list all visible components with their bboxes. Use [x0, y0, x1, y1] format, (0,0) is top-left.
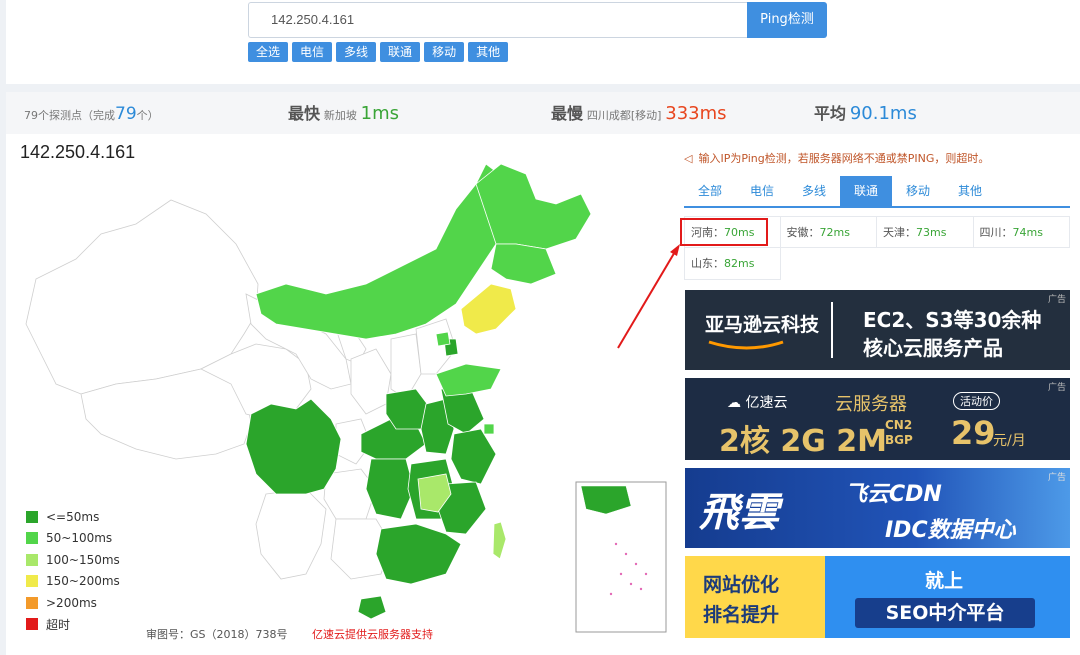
ad-feiyun-line1: 飞云CDN	[845, 482, 942, 507]
cloud-icon: ☁	[727, 395, 741, 411]
ad-yisu-spec: 2核 2G 2M	[719, 424, 887, 459]
ad-aws-line2: 核心云服务产品	[863, 336, 1003, 360]
ad-seo-right2: SEO中介平台	[855, 598, 1035, 628]
ad-feiyun[interactable]: 广告 飛雲 飞云CDN IDC数据中心	[685, 468, 1070, 548]
ad-yisu-title: 云服务器	[835, 394, 907, 415]
ad-seo-left1: 网站优化	[703, 574, 780, 596]
amazon-smile-icon	[708, 340, 784, 350]
ad-divider	[831, 302, 833, 358]
ad-yisu-unit: 元/月	[993, 433, 1026, 449]
ad-yisu-badge: 活动价	[953, 392, 1000, 410]
ad-yisu-brand: ☁ 亿速云	[727, 395, 788, 411]
ad-seo-left2: 排名提升	[703, 604, 780, 626]
ad-yisu-net: CN2 BGP	[885, 418, 913, 447]
ad-yisu-price: 29	[951, 414, 996, 452]
ad-feiyun-line2: IDC数据中心	[885, 518, 1016, 543]
ad-seo[interactable]: 网站优化 排名提升 就上 SEO中介平台	[685, 556, 1070, 638]
ad-seo-right1: 就上	[925, 570, 964, 592]
ad-feiyun-logo: 飛雲	[699, 490, 779, 536]
ad-aws[interactable]: 广告 亚马逊云科技 EC2、S3等30余种 核心云服务产品	[685, 290, 1070, 370]
ad-yisu[interactable]: 广告 ☁ 亿速云 云服务器 活动价 2核 2G 2M CN2 BGP 29 元/月	[685, 378, 1070, 460]
ad-aws-line1: EC2、S3等30余种	[863, 308, 1042, 332]
ad-aws-brand: 亚马逊云科技	[705, 314, 820, 336]
